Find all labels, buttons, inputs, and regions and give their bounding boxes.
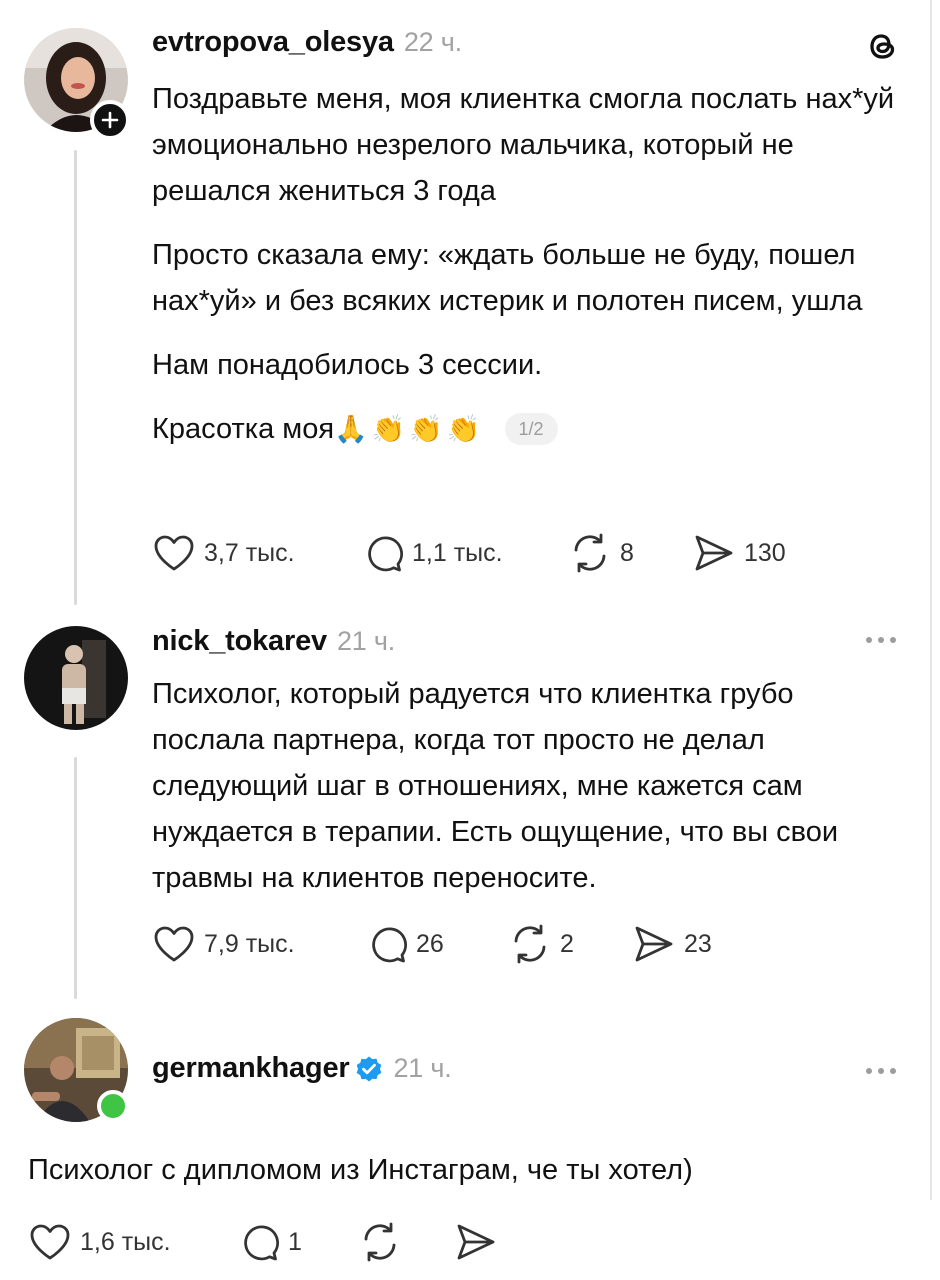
post-time: 22 ч. [403, 27, 462, 57]
avatar-nick-tokarev[interactable] [24, 626, 128, 730]
verified-badge-icon [357, 1056, 382, 1081]
dot [890, 637, 896, 643]
comment-button[interactable]: 26 [368, 924, 508, 964]
heart-icon [30, 1224, 70, 1260]
comment-count: 1 [288, 1227, 302, 1256]
share-button[interactable] [454, 1222, 498, 1262]
repost-icon [364, 1222, 396, 1262]
more-options-button[interactable] [866, 637, 896, 643]
emoji-row: 🙏👏👏👏 [334, 414, 485, 444]
comment-count: 1,1 тыс. [412, 538, 503, 567]
post-paragraph: Красотка моя 🙏👏👏👏 1/2 [152, 406, 902, 452]
follow-plus-button[interactable] [90, 100, 130, 140]
username[interactable]: evtropova_olesya [152, 26, 394, 58]
post-actions: 3,7 тыс. 1,1 тыс. 8 130 [152, 531, 786, 575]
post-body: Психолог, который радуется что клиентка … [152, 678, 839, 894]
post-actions: 1,6 тыс. 1 [28, 1220, 498, 1264]
comment-button[interactable]: 1 [240, 1222, 358, 1262]
dot [866, 1068, 872, 1074]
thread-line [74, 150, 77, 605]
send-icon [457, 1224, 495, 1260]
heart-icon [154, 535, 194, 571]
like-button[interactable]: 7,9 тыс. [152, 924, 368, 964]
post-paragraph: Просто сказала ему: «ждать больше не буд… [152, 239, 863, 317]
thread-line [74, 757, 77, 999]
post-actions: 7,9 тыс. 26 2 23 [152, 922, 712, 966]
post-last-line: Красотка моя [152, 413, 335, 445]
username[interactable]: nick_tokarev [152, 625, 327, 657]
share-count: 23 [684, 929, 712, 958]
comment-button[interactable]: 1,1 тыс. [364, 533, 568, 573]
comment-icon [372, 927, 407, 963]
dot [890, 1068, 896, 1074]
share-button[interactable]: 130 [692, 533, 786, 573]
post-time: 21 ч. [336, 626, 396, 656]
dot [878, 637, 884, 643]
username[interactable]: germankhager [152, 1052, 350, 1085]
like-button[interactable]: 1,6 тыс. [28, 1222, 240, 1262]
right-edge-divider [930, 0, 932, 1200]
repost-button[interactable]: 8 [568, 531, 692, 575]
post-time: 21 ч. [393, 1053, 452, 1083]
plus-icon [101, 111, 119, 129]
repost-count: 8 [620, 538, 634, 567]
comment-count: 26 [416, 929, 444, 958]
send-icon [695, 535, 733, 571]
comment-icon [244, 1225, 279, 1261]
post-body: Поздравьте меня, моя клиентка смогла пос… [152, 76, 902, 452]
like-count: 1,6 тыс. [80, 1227, 171, 1256]
repost-button[interactable] [358, 1220, 454, 1264]
share-button[interactable]: 23 [632, 924, 712, 964]
comment-icon [368, 536, 403, 572]
dot [878, 1068, 884, 1074]
repost-button[interactable]: 2 [508, 922, 632, 966]
media-pager[interactable]: 1/2 [504, 413, 558, 445]
send-icon [635, 926, 673, 962]
share-count: 130 [744, 538, 786, 567]
heart-icon [154, 926, 194, 962]
dot [866, 637, 872, 643]
threads-logo-icon[interactable] [862, 26, 902, 66]
repost-count: 2 [560, 929, 574, 958]
post-paragraph: Поздравьте меня, моя клиентка смогла пос… [152, 83, 895, 207]
repost-icon [574, 533, 606, 573]
more-options-button[interactable] [866, 1068, 896, 1074]
repost-icon [514, 924, 546, 964]
post-body: Психолог с дипломом из Инстаграм, че ты … [28, 1154, 693, 1186]
online-status-dot [97, 1090, 129, 1122]
post-paragraph: Нам понадобилось 3 сессии. [152, 349, 543, 381]
like-button[interactable]: 3,7 тыс. [152, 533, 364, 573]
like-count: 3,7 тыс. [204, 538, 295, 567]
like-count: 7,9 тыс. [204, 929, 295, 958]
